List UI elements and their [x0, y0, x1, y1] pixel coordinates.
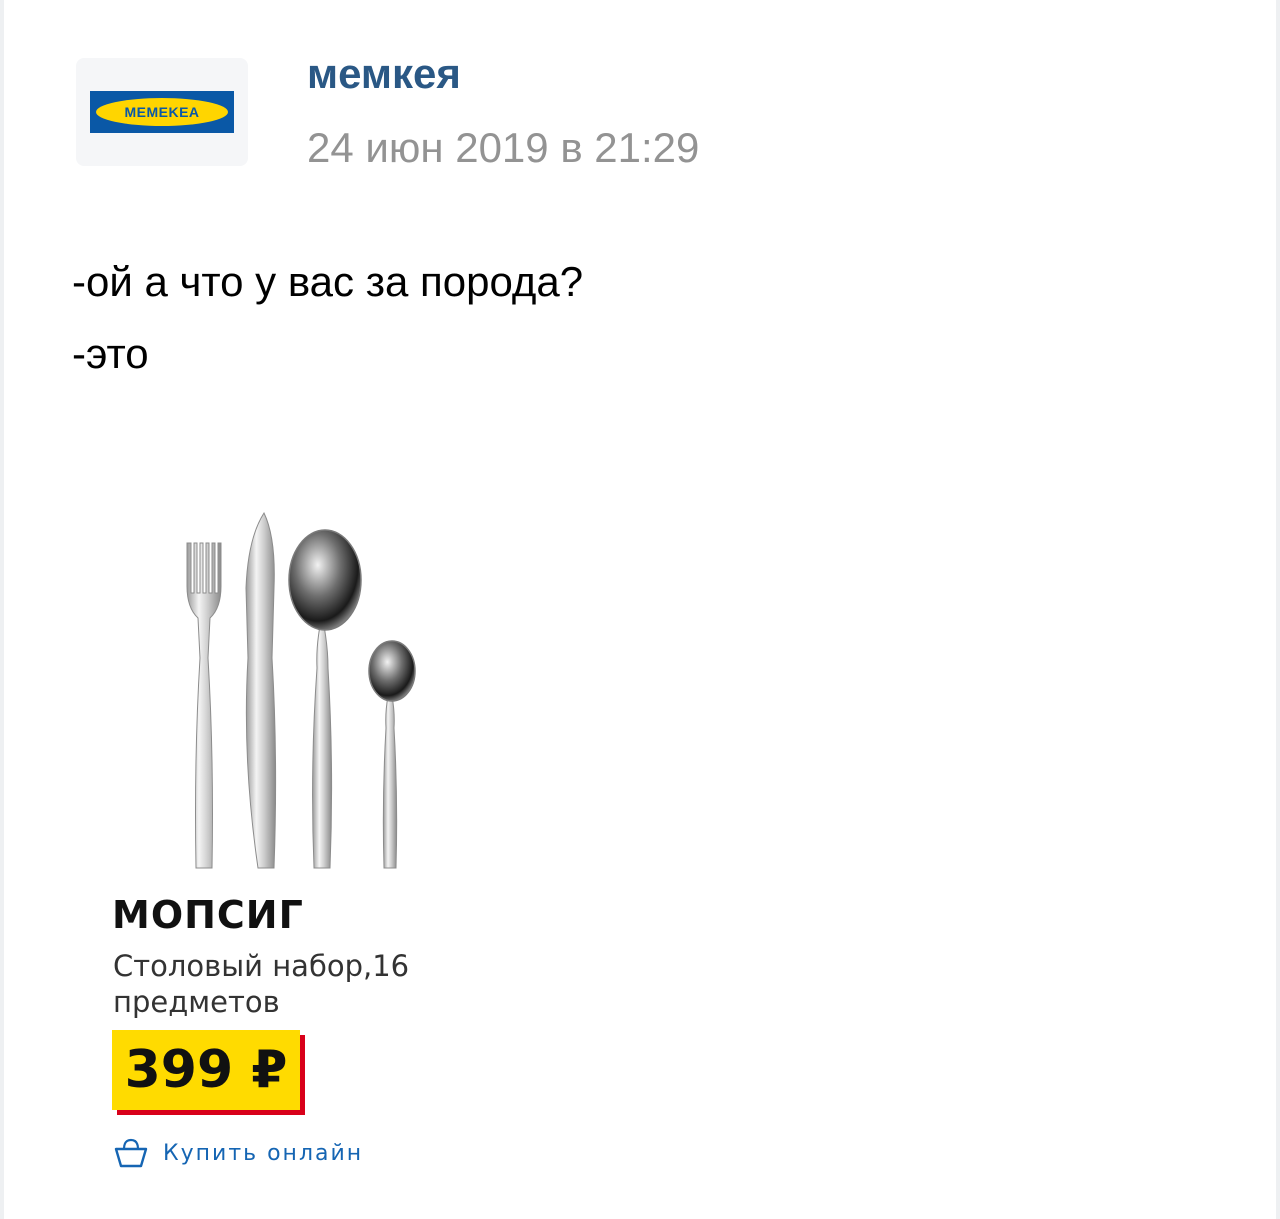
teaspoon-icon: [368, 640, 416, 869]
product-description-line: Столовый набор,16: [113, 949, 410, 983]
buy-online-label: Купить онлайн: [163, 1140, 364, 1166]
product-description: Столовый набор,16 предметов: [113, 948, 473, 1020]
price-tag: 399 ₽: [112, 1030, 300, 1110]
fork-icon: [186, 542, 222, 869]
post-text-line: -это: [72, 330, 149, 377]
product-description-line: предметов: [113, 985, 280, 1019]
post-author[interactable]: мемкея: [307, 50, 461, 98]
product-price: 399 ₽: [124, 1040, 288, 1100]
memekea-logo: MEMEKEA: [90, 91, 234, 133]
post-text-line: -ой а что у вас за порода?: [72, 258, 584, 305]
cutlery-image[interactable]: [170, 508, 440, 878]
logo-oval: MEMEKEA: [96, 98, 228, 126]
shopping-basket-icon: [114, 1138, 148, 1168]
post-timestamp[interactable]: 24 июн 2019 в 21:29: [307, 124, 699, 172]
logo-text: MEMEKEA: [124, 104, 200, 120]
spoon-icon: [288, 529, 362, 869]
buy-online-link[interactable]: Купить онлайн: [113, 1135, 363, 1171]
avatar[interactable]: MEMEKEA: [76, 58, 248, 166]
product-name[interactable]: МОПСИГ: [112, 893, 304, 937]
knife-icon: [245, 511, 277, 869]
